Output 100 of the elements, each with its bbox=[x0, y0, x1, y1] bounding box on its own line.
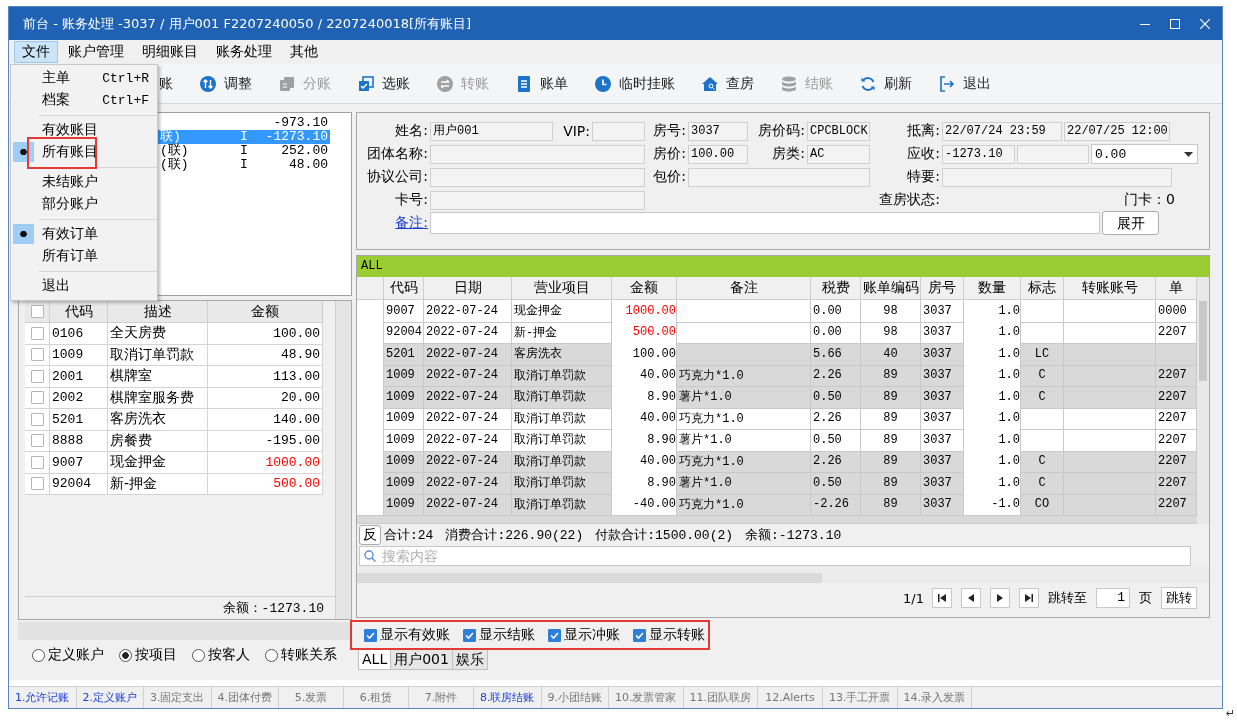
text-field[interactable]: AC bbox=[807, 144, 870, 164]
table-row[interactable]: 1009 2022-07-24 取消订单罚款 40.00 巧克力*1.0 2.26 89 3037 1.0 2207 bbox=[357, 407, 1197, 429]
radio-option[interactable]: 转账关系 bbox=[265, 646, 337, 664]
table-row[interactable]: 8888 房餐费 -195.00 bbox=[25, 430, 323, 452]
toolbar-button[interactable]: 临时挂账 bbox=[595, 74, 675, 93]
menu-item[interactable]: 有效账目 bbox=[11, 119, 157, 141]
reverse-button[interactable]: 反 bbox=[359, 525, 381, 545]
text-field[interactable] bbox=[430, 167, 645, 187]
search-field[interactable]: 搜索内容 bbox=[359, 546, 1191, 566]
list-row[interactable]: (联) I 48.00 bbox=[158, 158, 330, 172]
table-row[interactable]: 1009 2022-07-24 取消订单罚款 -40.00 巧克力*1.0 -2.26 89 3037 -1.0 CO 2207 bbox=[357, 493, 1197, 515]
checkbox-option[interactable]: 显示结账 bbox=[463, 626, 535, 644]
table-row[interactable]: 1009 2022-07-24 取消订单罚款 8.90 薯片*1.0 0.50 89 3037 1.0 C 2207 bbox=[357, 386, 1197, 408]
menu-item[interactable]: 部分账户 bbox=[11, 193, 157, 215]
tab[interactable]: ALL bbox=[358, 650, 392, 670]
first-page-button[interactable] bbox=[932, 588, 952, 608]
text-field[interactable]: -1273.10 bbox=[942, 144, 1015, 164]
table-row[interactable]: 0106 全天房费 100.00 bbox=[25, 323, 323, 345]
checkbox-icon[interactable] bbox=[30, 369, 44, 383]
vertical-scrollbar[interactable] bbox=[335, 301, 351, 619]
toolbar-button[interactable]: 账单 bbox=[516, 74, 568, 93]
input-field[interactable] bbox=[430, 212, 1100, 234]
checkbox-option[interactable]: 显示有效账 bbox=[364, 626, 450, 644]
tab[interactable]: 11.团队联房 bbox=[683, 687, 758, 708]
table-row[interactable]: 9007 2022-07-24 现金押金 1000.00 0.00 98 3037 1.0 0000 bbox=[357, 300, 1197, 322]
menu-item[interactable]: 账户管理 bbox=[60, 41, 132, 63]
tab[interactable]: 13.手工开票 bbox=[823, 687, 898, 708]
table-row[interactable]: 1009 取消订单罚款 48.90 bbox=[25, 344, 323, 366]
checkbox-icon[interactable] bbox=[30, 434, 44, 448]
table-row[interactable]: 9007 现金押金 1000.00 bbox=[25, 452, 323, 474]
horizontal-scrollbar[interactable] bbox=[357, 566, 1209, 583]
toolbar-button[interactable]: 查房 bbox=[702, 74, 754, 93]
tab[interactable]: 用户001 bbox=[390, 650, 453, 670]
button[interactable]: 展开 bbox=[1102, 211, 1159, 235]
tab[interactable]: 2.定义账户 bbox=[76, 687, 144, 708]
table-row[interactable]: 1009 2022-07-24 取消订单罚款 8.90 薯片*1.0 0.50 89 3037 1.0 2207 bbox=[357, 429, 1197, 451]
radio-icon[interactable] bbox=[265, 648, 278, 662]
text-field[interactable]: CPCBLOCK bbox=[807, 121, 870, 141]
table-row[interactable]: 5201 2022-07-24 客房洗衣 100.00 5.66 40 3037 1.0 LC bbox=[357, 343, 1197, 365]
checkbox-icon[interactable] bbox=[364, 628, 377, 642]
tab[interactable]: 9.小团结账 bbox=[541, 687, 609, 708]
tab[interactable]: 12.Alerts bbox=[758, 687, 823, 708]
goto-button[interactable]: 跳转 bbox=[1161, 587, 1197, 609]
radio-option[interactable]: 按客人 bbox=[192, 646, 250, 664]
menu-item[interactable]: 主单 Ctrl+R bbox=[11, 67, 157, 89]
tab[interactable]: 7.附件 bbox=[409, 687, 474, 708]
checkbox-icon[interactable] bbox=[463, 628, 476, 642]
table-row[interactable] bbox=[357, 515, 1197, 524]
tab[interactable]: 1.允许记账 bbox=[9, 687, 77, 708]
checkbox-option[interactable]: 显示冲账 bbox=[548, 626, 620, 644]
radio-option[interactable]: 按项目 bbox=[119, 646, 177, 664]
page-input[interactable]: 1 bbox=[1096, 588, 1130, 608]
tab[interactable]: 4.团体付费 bbox=[211, 687, 279, 708]
checkbox-icon[interactable] bbox=[30, 477, 44, 491]
table-row[interactable]: 5201 客房洗衣 140.00 bbox=[25, 409, 323, 431]
tab[interactable]: 14.录入发票 bbox=[897, 687, 972, 708]
previous-page-button[interactable] bbox=[961, 588, 981, 608]
menu-item[interactable]: 其他 bbox=[282, 41, 326, 63]
table-row[interactable]: 1009 2022-07-24 取消订单罚款 40.00 巧克力*1.0 2.26 89 3037 1.0 C 2207 bbox=[357, 450, 1197, 472]
text-field[interactable] bbox=[430, 144, 645, 164]
text-field[interactable]: 22/07/24 23:59 bbox=[942, 121, 1062, 141]
radio-icon[interactable] bbox=[192, 648, 205, 662]
radio-option[interactable]: 定义账户 bbox=[32, 646, 104, 664]
toolbar-button[interactable]: 退出 bbox=[939, 74, 991, 93]
text-field[interactable] bbox=[942, 167, 1172, 187]
table-row[interactable]: 92004 2022-07-24 新-押金 500.00 0.00 98 3037 1.0 2207 bbox=[357, 321, 1197, 343]
scrollbar-thumb[interactable] bbox=[1199, 301, 1207, 381]
text-field[interactable] bbox=[430, 190, 645, 210]
menu-item[interactable]: 未结账户 bbox=[11, 171, 157, 193]
menu-item[interactable]: 账务处理 bbox=[208, 41, 280, 63]
menu-item[interactable]: 文件 bbox=[14, 41, 58, 63]
tab[interactable]: 3.固定支出 bbox=[144, 687, 212, 708]
text-field[interactable]: 3037 bbox=[688, 121, 748, 141]
table-row[interactable]: 1009 2022-07-24 取消订单罚款 40.00 巧克力*1.0 2.26 89 3037 1.0 C 2207 bbox=[357, 364, 1197, 386]
toolbar-button[interactable]: 调整 bbox=[200, 74, 252, 93]
dropdown[interactable]: 0.00 bbox=[1091, 144, 1198, 164]
toolbar-button[interactable]: 刷新 bbox=[860, 74, 912, 93]
next-page-button[interactable] bbox=[990, 588, 1010, 608]
text-field[interactable]: 100.00 bbox=[688, 144, 748, 164]
menu-item[interactable]: 所有订单 bbox=[11, 245, 157, 267]
toolbar-button[interactable]: 选账 bbox=[358, 74, 410, 93]
last-page-button[interactable] bbox=[1019, 588, 1039, 608]
list-row[interactable]: -973.10 bbox=[158, 116, 330, 130]
menu-item[interactable]: 有效订单 bbox=[11, 223, 157, 245]
radio-icon[interactable] bbox=[32, 648, 45, 662]
checkbox-icon[interactable] bbox=[30, 455, 44, 469]
text-field[interactable] bbox=[592, 121, 645, 141]
checkbox-option[interactable]: 显示转账 bbox=[633, 626, 705, 644]
scrollbar-thumb[interactable] bbox=[357, 573, 822, 583]
tab[interactable]: 娱乐 bbox=[451, 650, 488, 670]
tab[interactable]: 5.发票 bbox=[279, 687, 344, 708]
checkbox-icon[interactable] bbox=[633, 628, 646, 642]
radio-icon[interactable] bbox=[119, 648, 132, 662]
vertical-scrollbar[interactable] bbox=[1197, 277, 1209, 524]
text-field[interactable] bbox=[1017, 144, 1089, 164]
tab[interactable]: 10.发票管家 bbox=[609, 687, 684, 708]
tab[interactable]: 8.联房结账 bbox=[474, 687, 542, 708]
link[interactable]: 备注: bbox=[360, 214, 428, 232]
checkbox-icon[interactable] bbox=[548, 628, 561, 642]
table-row[interactable]: 2002 棋牌室服务费 20.00 bbox=[25, 387, 323, 409]
